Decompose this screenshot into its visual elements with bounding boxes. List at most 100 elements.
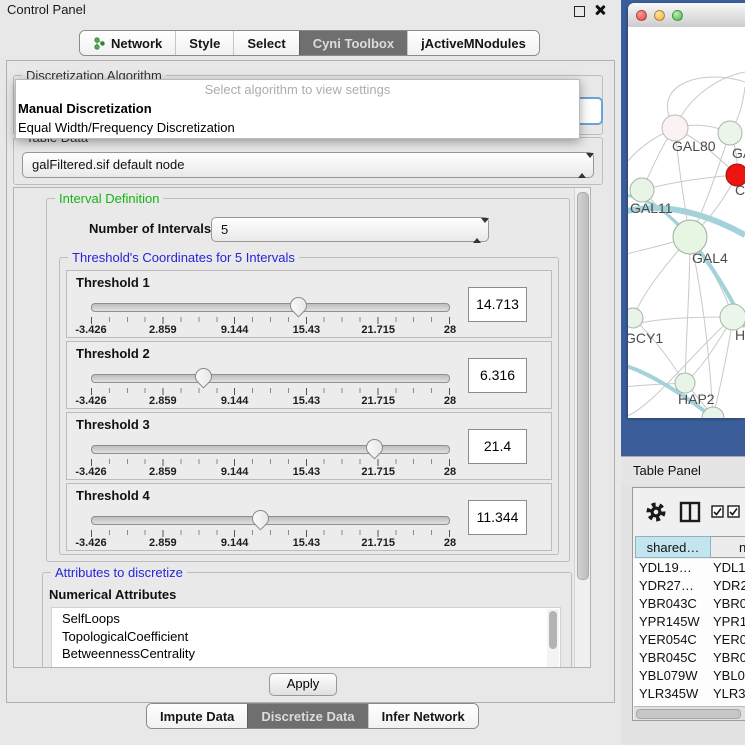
checkbox-icon[interactable] [711,505,724,518]
tab-impute-data-label: Impute Data [160,709,234,724]
threshold-2-slider[interactable]: -3.426 2.859 9.144 15.43 21.715 28 [91,366,450,406]
interval-definition-group-title: Interval Definition [55,191,163,206]
table-data-combobox[interactable]: galFiltered.sif default node [22,152,594,178]
table-row[interactable]: YLR345WYLR3 [633,685,745,703]
threshold-1-value-field[interactable]: 14.713 [468,287,527,322]
list-scrollbar[interactable] [547,609,559,668]
network-node[interactable] [628,308,643,328]
threshold-1-slider[interactable]: -3.426 2.859 9.144 15.43 21.715 28 [91,295,450,335]
float-window-icon[interactable] [574,6,585,17]
minimize-traffic-light-icon[interactable] [654,10,665,21]
tab-style-label: Style [189,36,220,51]
network-node[interactable] [675,373,695,393]
tick-label: 28 [444,537,456,549]
threshold-3-value-field[interactable]: 21.4 [468,429,527,464]
threshold-3-slider[interactable]: -3.426 2.859 9.144 15.43 21.715 28 [91,437,450,477]
column-header-name[interactable]: n [711,536,745,558]
list-item[interactable]: TopologicalCoefficient [52,628,560,646]
tab-discretize-data[interactable]: Discretize Data [247,704,367,728]
tick-label: 2.859 [149,324,177,336]
threshold-4-value-field[interactable]: 11.344 [468,500,527,535]
tab-jactivemnodules[interactable]: jActiveMNodules [407,31,539,55]
network-node-label: C [735,182,745,198]
tick-label: 21.715 [361,324,395,336]
horizontal-scrollbar[interactable] [634,706,745,720]
threshold-coordinates-group-title: Threshold's Coordinates for 5 Intervals [68,250,299,265]
network-node[interactable] [630,178,654,202]
tick-label: -3.426 [75,466,106,478]
tick-label: 28 [444,324,456,336]
tick-label: 2.859 [149,537,177,549]
slider-track[interactable] [91,374,450,383]
threshold-slider-thumb[interactable] [248,506,272,530]
table-row[interactable]: YDR27…YDR2 [633,577,745,595]
checkbox-icon[interactable] [727,505,740,518]
network-canvas[interactable]: GAL80GACGAL11GAL4GCY1HHAP2 [628,27,745,418]
close-traffic-light-icon[interactable] [636,10,647,21]
network-node[interactable] [673,220,707,254]
table-panel-window: shared… n YDL19…YDL1 YDR27…YDR2 YBR043CY… [632,487,745,721]
list-item[interactable]: BetweennessCentrality [52,645,560,663]
tick-label: 15.43 [293,466,321,478]
top-tab-bar: Network Style Select Cyni Toolbox jActiv… [79,30,540,56]
slider-track[interactable] [91,516,450,525]
tab-infer-network[interactable]: Infer Network [368,704,478,728]
tick-label: 28 [444,466,456,478]
network-node-label: H [735,327,745,343]
algorithm-option-equal-width[interactable]: Equal Width/Frequency Discretization [16,118,579,137]
zoom-traffic-light-icon[interactable] [672,10,683,21]
threshold-4-box: Threshold 4 -3.426 2.859 9.144 15.43 21.… [66,483,552,551]
threshold-slider-thumb[interactable] [362,435,386,459]
vertical-scrollbar[interactable] [574,188,590,667]
column-header-shared-name[interactable]: shared… [635,536,711,558]
table-panel-title: Table Panel [633,463,701,478]
slider-track[interactable] [91,303,450,312]
tab-style[interactable]: Style [175,31,233,55]
network-node-label: GCY1 [628,330,663,346]
close-icon[interactable] [594,4,606,16]
threshold-slider-thumb[interactable] [191,364,215,388]
apply-button[interactable]: Apply [269,673,337,696]
combobox-arrows-icon [473,223,481,238]
scrollbar-thumb[interactable] [636,709,741,719]
tab-discretize-data-label: Discretize Data [261,709,354,724]
table-row[interactable]: YER054CYER0 [633,631,745,649]
table-panel-titlebar: Table Panel [621,456,745,485]
threshold-slider-thumb[interactable] [287,293,311,317]
table-row[interactable]: YDL19…YDL1 [633,559,745,577]
table-row[interactable]: YPR145WYPR1 [633,613,745,631]
bottom-tab-bar: Impute Data Discretize Data Infer Networ… [146,703,479,729]
slider-track[interactable] [91,445,450,454]
tab-select-label: Select [247,36,285,51]
threshold-4-slider[interactable]: -3.426 2.859 9.144 15.43 21.715 28 [91,508,450,548]
network-node[interactable] [702,407,724,418]
threshold-1-box: Threshold 1 -3.426 2.859 9.144 15.43 21.… [66,270,552,338]
numerical-attributes-label: Numerical Attributes [49,587,176,602]
list-item[interactable]: SelfLoops [52,608,560,628]
algorithm-option-manual[interactable]: Manual Discretization [16,99,579,118]
threshold-2-box: Threshold 2 -3.426 2.859 9.144 15.43 21.… [66,341,552,409]
table-row[interactable]: YBR045CYBR0 [633,649,745,667]
network-icon [93,37,106,50]
tab-network[interactable]: Network [80,31,175,55]
tick-label: 2.859 [149,395,177,407]
network-node[interactable] [718,121,742,145]
network-node-label: GAL11 [630,200,673,216]
tick-label: 9.144 [221,466,249,478]
threshold-2-value-field[interactable]: 6.316 [468,358,527,393]
tab-cyni-toolbox[interactable]: Cyni Toolbox [299,31,407,55]
network-node-label: HAP2 [678,391,715,407]
control-panel-window: Control Panel Network Style Select Cyni … [0,0,621,745]
gear-icon[interactable] [645,501,667,523]
split-panel-icon[interactable] [679,501,701,523]
table-row[interactable]: YBR043CYBR0 [633,595,745,613]
network-graph: GAL80GACGAL11GAL4GCY1HHAP2 [628,27,745,418]
table-row[interactable]: YBL079WYBL0 [633,667,745,685]
number-of-intervals-combobox[interactable]: 5 [211,217,489,242]
scrollbar-thumb[interactable] [577,192,589,580]
algorithm-placeholder-option[interactable]: Select algorithm to view settings [16,80,579,99]
tab-impute-data[interactable]: Impute Data [147,704,247,728]
tab-select[interactable]: Select [233,31,298,55]
threshold-3-box: Threshold 3 -3.426 2.859 9.144 15.43 21.… [66,412,552,480]
network-window-titlebar[interactable] [628,3,745,28]
